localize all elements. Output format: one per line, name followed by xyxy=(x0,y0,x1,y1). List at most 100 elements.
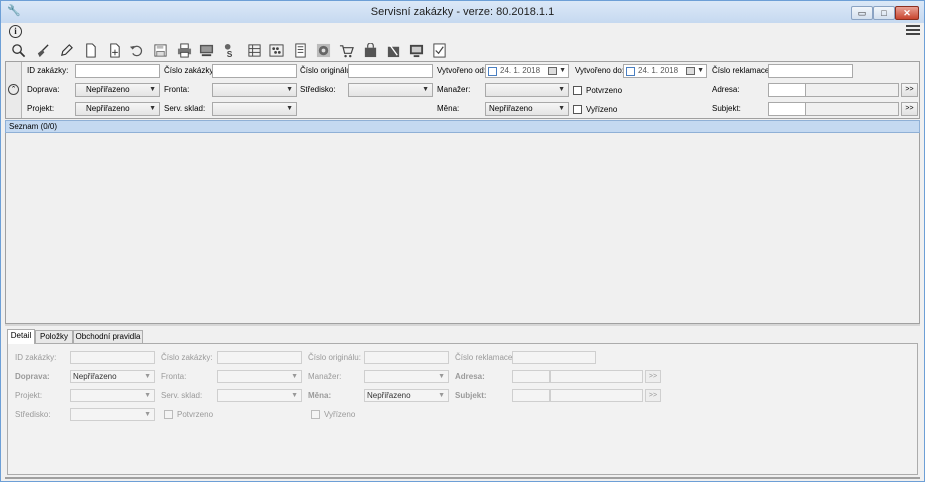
detail-vyrizeno-checkbox[interactable] xyxy=(311,410,320,419)
screen-icon[interactable] xyxy=(408,42,424,58)
fronta-select[interactable]: ▼ xyxy=(212,83,297,97)
detail-cislo-zakazky-input[interactable] xyxy=(217,351,302,364)
detail-adresa-code-input[interactable] xyxy=(512,370,550,383)
print-icon[interactable] xyxy=(176,42,192,58)
potvrzeno-checkbox[interactable] xyxy=(573,86,582,95)
cislo-zakazky-input[interactable] xyxy=(212,64,297,78)
settings-list-icon[interactable] xyxy=(906,25,920,37)
detail-doprava-select[interactable]: Nepřiřazeno ▼ xyxy=(70,370,155,383)
calendar-icon[interactable] xyxy=(548,67,557,75)
subjekt-name-input xyxy=(806,102,899,116)
detail-stredisko-select[interactable]: ▼ xyxy=(70,408,155,421)
computer-icon[interactable] xyxy=(198,42,214,58)
detail-cislo-reklamace-input[interactable] xyxy=(512,351,596,364)
detail-potvrzeno-checkbox[interactable] xyxy=(164,410,173,419)
detail-cislo-originalu-input[interactable] xyxy=(364,351,449,364)
vyrizeno-checkbox[interactable] xyxy=(573,105,582,114)
cislo-originalu-input[interactable] xyxy=(348,64,433,78)
cislo-reklamace-label: Číslo reklamace: xyxy=(712,66,772,75)
subjekt-code-input[interactable] xyxy=(768,102,806,116)
detail-projekt-select[interactable]: ▼ xyxy=(70,389,155,402)
vytvoreno-od-checkbox[interactable] xyxy=(488,67,497,76)
tab-polozky[interactable]: Položky xyxy=(35,330,73,343)
window-title: Servisní zakázky - verze: 80.2018.1.1 xyxy=(370,6,555,18)
id-zakazky-label: ID zakázky: xyxy=(27,66,69,75)
detail-serv-sklad-select[interactable]: ▼ xyxy=(217,389,302,402)
undo-icon[interactable] xyxy=(128,42,144,58)
detail-panel: ID zakázky: Číslo zakázky: Číslo originá… xyxy=(7,343,918,475)
detail-id-zakazky-input[interactable] xyxy=(70,351,155,364)
search-icon[interactable] xyxy=(10,42,26,58)
detail-mena-select[interactable]: Nepřiřazeno ▼ xyxy=(364,389,449,402)
adresa-code-input[interactable] xyxy=(768,83,806,97)
detail-mena-label: Měna: xyxy=(308,391,332,400)
archive-icon[interactable] xyxy=(246,42,262,58)
projekt-select[interactable]: Nepřiřazeno ▼ xyxy=(75,102,160,116)
id-zakazky-input[interactable] xyxy=(75,64,160,78)
detail-serv-sklad-label: Serv. sklad: xyxy=(161,391,203,400)
subjekt-browse-button[interactable]: >> xyxy=(901,102,918,116)
subjekt-label: Subjekt: xyxy=(712,104,741,113)
detail-cislo-originalu-label: Číslo originálu: xyxy=(308,353,361,362)
detail-stredisko-label: Středisko: xyxy=(15,410,51,419)
detail-subjekt-code-input[interactable] xyxy=(512,389,550,402)
edit-icon[interactable] xyxy=(58,42,74,58)
close-button[interactable]: ✕ xyxy=(895,6,919,20)
delete-basket-icon[interactable] xyxy=(385,42,401,58)
detail-subjekt-browse-button[interactable]: >> xyxy=(645,389,661,402)
detail-doprava-label: Doprava: xyxy=(15,372,50,381)
tab-detail[interactable]: Detail xyxy=(7,329,35,344)
chevron-down-icon: ▼ xyxy=(291,373,298,380)
projekt-value: Nepřiřazeno xyxy=(86,104,130,113)
save-icon[interactable] xyxy=(152,42,168,58)
chevron-down-icon: ▼ xyxy=(144,411,151,418)
checklist-icon[interactable] xyxy=(431,42,447,58)
serv-sklad-select[interactable]: ▼ xyxy=(212,102,297,116)
tab-obchodni-pravidla[interactable]: Obchodní pravidla xyxy=(73,330,143,343)
detail-doprava-value: Nepřiřazeno xyxy=(73,372,117,381)
detail-potvrzeno-label: Potvrzeno xyxy=(177,410,214,419)
chevron-down-icon[interactable]: ▼ xyxy=(697,65,704,77)
detail-mena-value: Nepřiřazeno xyxy=(367,391,411,400)
broom-icon[interactable] xyxy=(34,42,50,58)
maximize-button[interactable]: □ xyxy=(873,6,895,20)
panel-splitter[interactable] xyxy=(5,323,920,326)
chevron-down-icon[interactable]: ▼ xyxy=(559,65,566,77)
cart-icon[interactable] xyxy=(338,42,354,58)
detail-adresa-name-input xyxy=(550,370,643,383)
abacus-icon[interactable] xyxy=(268,42,284,58)
vytvoreno-do-checkbox[interactable] xyxy=(626,67,635,76)
bag-icon[interactable] xyxy=(362,42,378,58)
title-bar[interactable]: 🔧 Servisní zakázky - verze: 80.2018.1.1 … xyxy=(1,1,924,23)
manazer-select[interactable]: ▼ xyxy=(485,83,569,97)
adresa-label: Adresa: xyxy=(712,85,740,94)
chevron-down-icon: ▼ xyxy=(422,86,429,93)
adresa-browse-button[interactable]: >> xyxy=(901,83,918,97)
new-document-icon[interactable] xyxy=(82,42,98,58)
report-icon[interactable] xyxy=(292,42,308,58)
minimize-button[interactable]: ▭ xyxy=(851,6,873,20)
svg-text:S: S xyxy=(226,49,232,58)
detail-manazer-label: Manažer: xyxy=(308,372,342,381)
stredisko-select[interactable]: ▼ xyxy=(348,83,433,97)
detail-cislo-reklamace-label: Číslo reklamace: xyxy=(455,353,515,362)
service-icon[interactable]: S xyxy=(222,42,238,58)
detail-adresa-browse-button[interactable]: >> xyxy=(645,370,661,383)
collapse-icon[interactable]: ⌃ xyxy=(8,84,19,95)
list-grid[interactable] xyxy=(5,133,920,323)
vytvoreno-do-date[interactable]: 24. 1. 2018 ▼ xyxy=(623,64,707,78)
add-document-icon[interactable] xyxy=(106,42,122,58)
detail-fronta-select[interactable]: ▼ xyxy=(217,370,302,383)
chevron-down-icon: ▼ xyxy=(291,392,298,399)
disc-icon[interactable] xyxy=(315,42,331,58)
chevron-down-icon: ▼ xyxy=(144,392,151,399)
info-icon[interactable]: i xyxy=(9,25,22,38)
detail-manazer-select[interactable]: ▼ xyxy=(364,370,449,383)
doprava-select[interactable]: Nepřiřazeno ▼ xyxy=(75,83,160,97)
vytvoreno-od-date[interactable]: 24. 1. 2018 ▼ xyxy=(485,64,569,78)
fronta-label: Fronta: xyxy=(164,85,190,94)
calendar-icon[interactable] xyxy=(686,67,695,75)
mena-select[interactable]: Nepřiřazeno ▼ xyxy=(485,102,569,116)
cislo-reklamace-input[interactable] xyxy=(768,64,853,78)
chevron-down-icon: ▼ xyxy=(558,105,565,112)
